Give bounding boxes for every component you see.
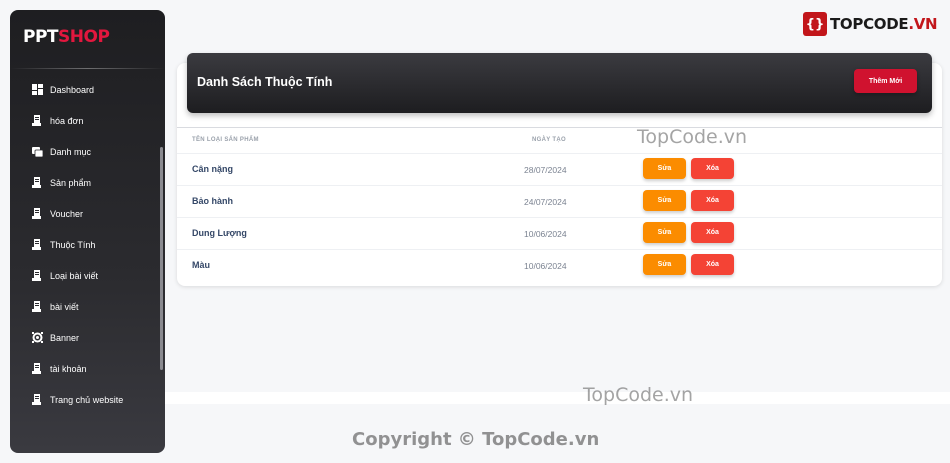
table-row: Dung Lượng 10/06/2024 Sửa Xóa — [177, 217, 942, 249]
brand-part-2: SHOP — [58, 27, 110, 47]
delete-button[interactable]: Xóa — [691, 158, 734, 179]
receipt-icon — [31, 394, 43, 406]
delete-button[interactable]: Xóa — [691, 254, 734, 275]
sidebar-divider — [10, 68, 165, 69]
page-title: Danh Sách Thuộc Tính — [197, 75, 333, 89]
sidebar-item-label: Voucher — [50, 208, 84, 219]
watermark-copyright: Copyright © TopCode.vn — [352, 429, 600, 450]
sidebar-scrollbar[interactable] — [160, 147, 163, 370]
brand-logo[interactable]: PPTSHOP — [10, 10, 165, 59]
row-date: 10/06/2024 — [524, 261, 567, 271]
edit-button[interactable]: Sửa — [643, 190, 686, 211]
sidebar-item-attributes[interactable]: Thuộc Tính — [10, 229, 165, 260]
sidebar-item-posts[interactable]: bài viết — [10, 291, 165, 322]
sidebar-item-banner[interactable]: Banner — [10, 322, 165, 353]
edit-button[interactable]: Sửa — [643, 254, 686, 275]
row-name: Bảo hành — [192, 196, 234, 206]
receipt-icon — [31, 270, 43, 282]
footer-band — [165, 392, 950, 404]
watermark-logo-text-a: TOPCODE — [830, 15, 909, 33]
column-header-date: Ngày tạo — [532, 137, 566, 143]
receipt-icon — [31, 301, 43, 313]
sidebar-item-dashboard[interactable]: Dashboard — [10, 74, 165, 105]
sidebar-item-categories[interactable]: Danh mục — [10, 136, 165, 167]
table-row: Màu 10/06/2024 Sửa Xóa — [177, 249, 942, 281]
sidebar-item-label: bài viết — [50, 301, 79, 312]
edit-button[interactable]: Sửa — [643, 222, 686, 243]
sidebar-item-label: Trang chủ website — [50, 394, 124, 405]
sidebar-item-label: Loại bài viết — [50, 270, 99, 281]
settings-icon — [31, 332, 43, 344]
row-name: Cân nặng — [192, 164, 234, 174]
sidebar-nav: Dashboard hóa đơn Danh mục Sản phẩm Vouc… — [10, 74, 165, 415]
sidebar-item-accounts[interactable]: tài khoản — [10, 353, 165, 384]
watermark-logo-icon: {} — [803, 12, 827, 36]
dashboard-icon — [31, 84, 43, 96]
row-name: Màu — [192, 260, 210, 270]
table-row: Cân nặng 28/07/2024 Sửa Xóa — [177, 153, 942, 185]
sidebar-item-post-types[interactable]: Loại bài viết — [10, 260, 165, 291]
sidebar-item-invoices[interactable]: hóa đơn — [10, 105, 165, 136]
delete-button[interactable]: Xóa — [691, 190, 734, 211]
row-date: 10/06/2024 — [524, 229, 567, 239]
card-header: Danh Sách Thuộc Tính Thêm Mới — [187, 53, 932, 113]
watermark-logo: {} TOPCODE.VN — [803, 12, 938, 36]
watermark-logo-text: TOPCODE.VN — [830, 15, 938, 33]
delete-button[interactable]: Xóa — [691, 222, 734, 243]
sidebar-item-label: Danh mục — [50, 146, 92, 157]
sidebar-item-label: Thuộc Tính — [50, 239, 96, 250]
receipt-icon — [31, 115, 43, 127]
watermark-logo-text-b: .VN — [908, 15, 938, 33]
sidebar-item-products[interactable]: Sản phẩm — [10, 167, 165, 198]
row-name: Dung Lượng — [192, 228, 247, 238]
sidebar: PPTSHOP Dashboard hóa đơn Danh mục Sản p — [10, 10, 165, 453]
receipt-icon — [31, 208, 43, 220]
edit-button[interactable]: Sửa — [643, 158, 686, 179]
row-date: 28/07/2024 — [524, 165, 567, 175]
sidebar-item-voucher[interactable]: Voucher — [10, 198, 165, 229]
watermark-text: TopCode.vn — [637, 126, 748, 148]
sidebar-item-label: hóa đơn — [50, 115, 84, 126]
sidebar-item-label: Dashboard — [50, 84, 95, 95]
sidebar-item-label: Banner — [50, 332, 80, 343]
receipt-icon — [31, 363, 43, 375]
receipt-icon — [31, 177, 43, 189]
row-divider — [177, 185, 942, 186]
sidebar-item-label: tài khoản — [50, 363, 87, 374]
table-row: Bảo hành 24/07/2024 Sửa Xóa — [177, 185, 942, 217]
table-divider — [177, 127, 942, 128]
row-divider — [177, 217, 942, 218]
brand-part-1: PPT — [23, 27, 59, 47]
sidebar-item-website-home[interactable]: Trang chủ website — [10, 384, 165, 415]
row-date: 24/07/2024 — [524, 197, 567, 207]
row-divider — [177, 249, 942, 250]
folder-icon — [31, 146, 43, 158]
add-new-button[interactable]: Thêm Mới — [854, 69, 917, 93]
watermark-text: TopCode.vn — [583, 384, 694, 406]
column-header-name: Tên loại sản phẩm — [192, 137, 259, 143]
sidebar-item-label: Sản phẩm — [50, 177, 92, 188]
row-divider — [177, 153, 942, 154]
receipt-icon — [31, 239, 43, 251]
